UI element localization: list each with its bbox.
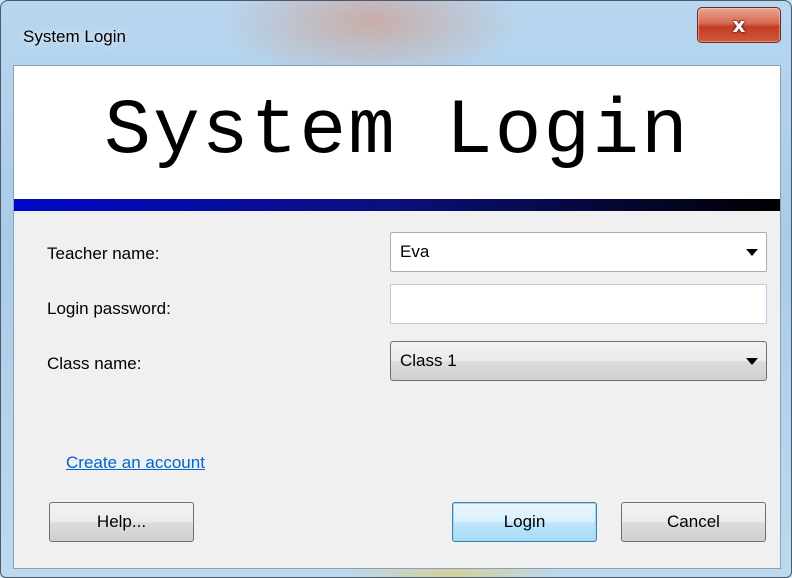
title-bar[interactable]: System Login x — [1, 1, 791, 65]
login-password-label: Login password: — [47, 299, 171, 318]
class-name-value: Class 1 — [400, 351, 457, 370]
cancel-button[interactable]: Cancel — [621, 502, 766, 542]
window-title: System Login — [23, 27, 126, 46]
dialog-body: System Login Teacher name: Eva Login pas… — [13, 65, 781, 569]
class-name-select[interactable]: Class 1 — [390, 341, 767, 381]
teacher-name-label: Teacher name: — [47, 244, 160, 263]
login-window: System Login x System Login Teacher name… — [0, 0, 792, 578]
login-button[interactable]: Login — [452, 502, 597, 542]
close-button[interactable]: x — [697, 7, 781, 43]
class-name-label: Class name: — [47, 354, 142, 373]
banner-gradient-bar — [14, 199, 780, 211]
create-account-link[interactable]: Create an account — [66, 453, 205, 473]
banner-title: System Login — [104, 88, 690, 176]
chevron-down-icon[interactable] — [746, 249, 758, 256]
login-password-input[interactable] — [390, 284, 767, 324]
teacher-name-value: Eva — [400, 242, 430, 261]
chevron-down-icon[interactable] — [746, 358, 758, 365]
banner: System Login — [14, 66, 780, 199]
teacher-name-combobox[interactable]: Eva — [390, 232, 767, 272]
help-button[interactable]: Help... — [49, 502, 194, 542]
close-icon: x — [732, 13, 746, 37]
